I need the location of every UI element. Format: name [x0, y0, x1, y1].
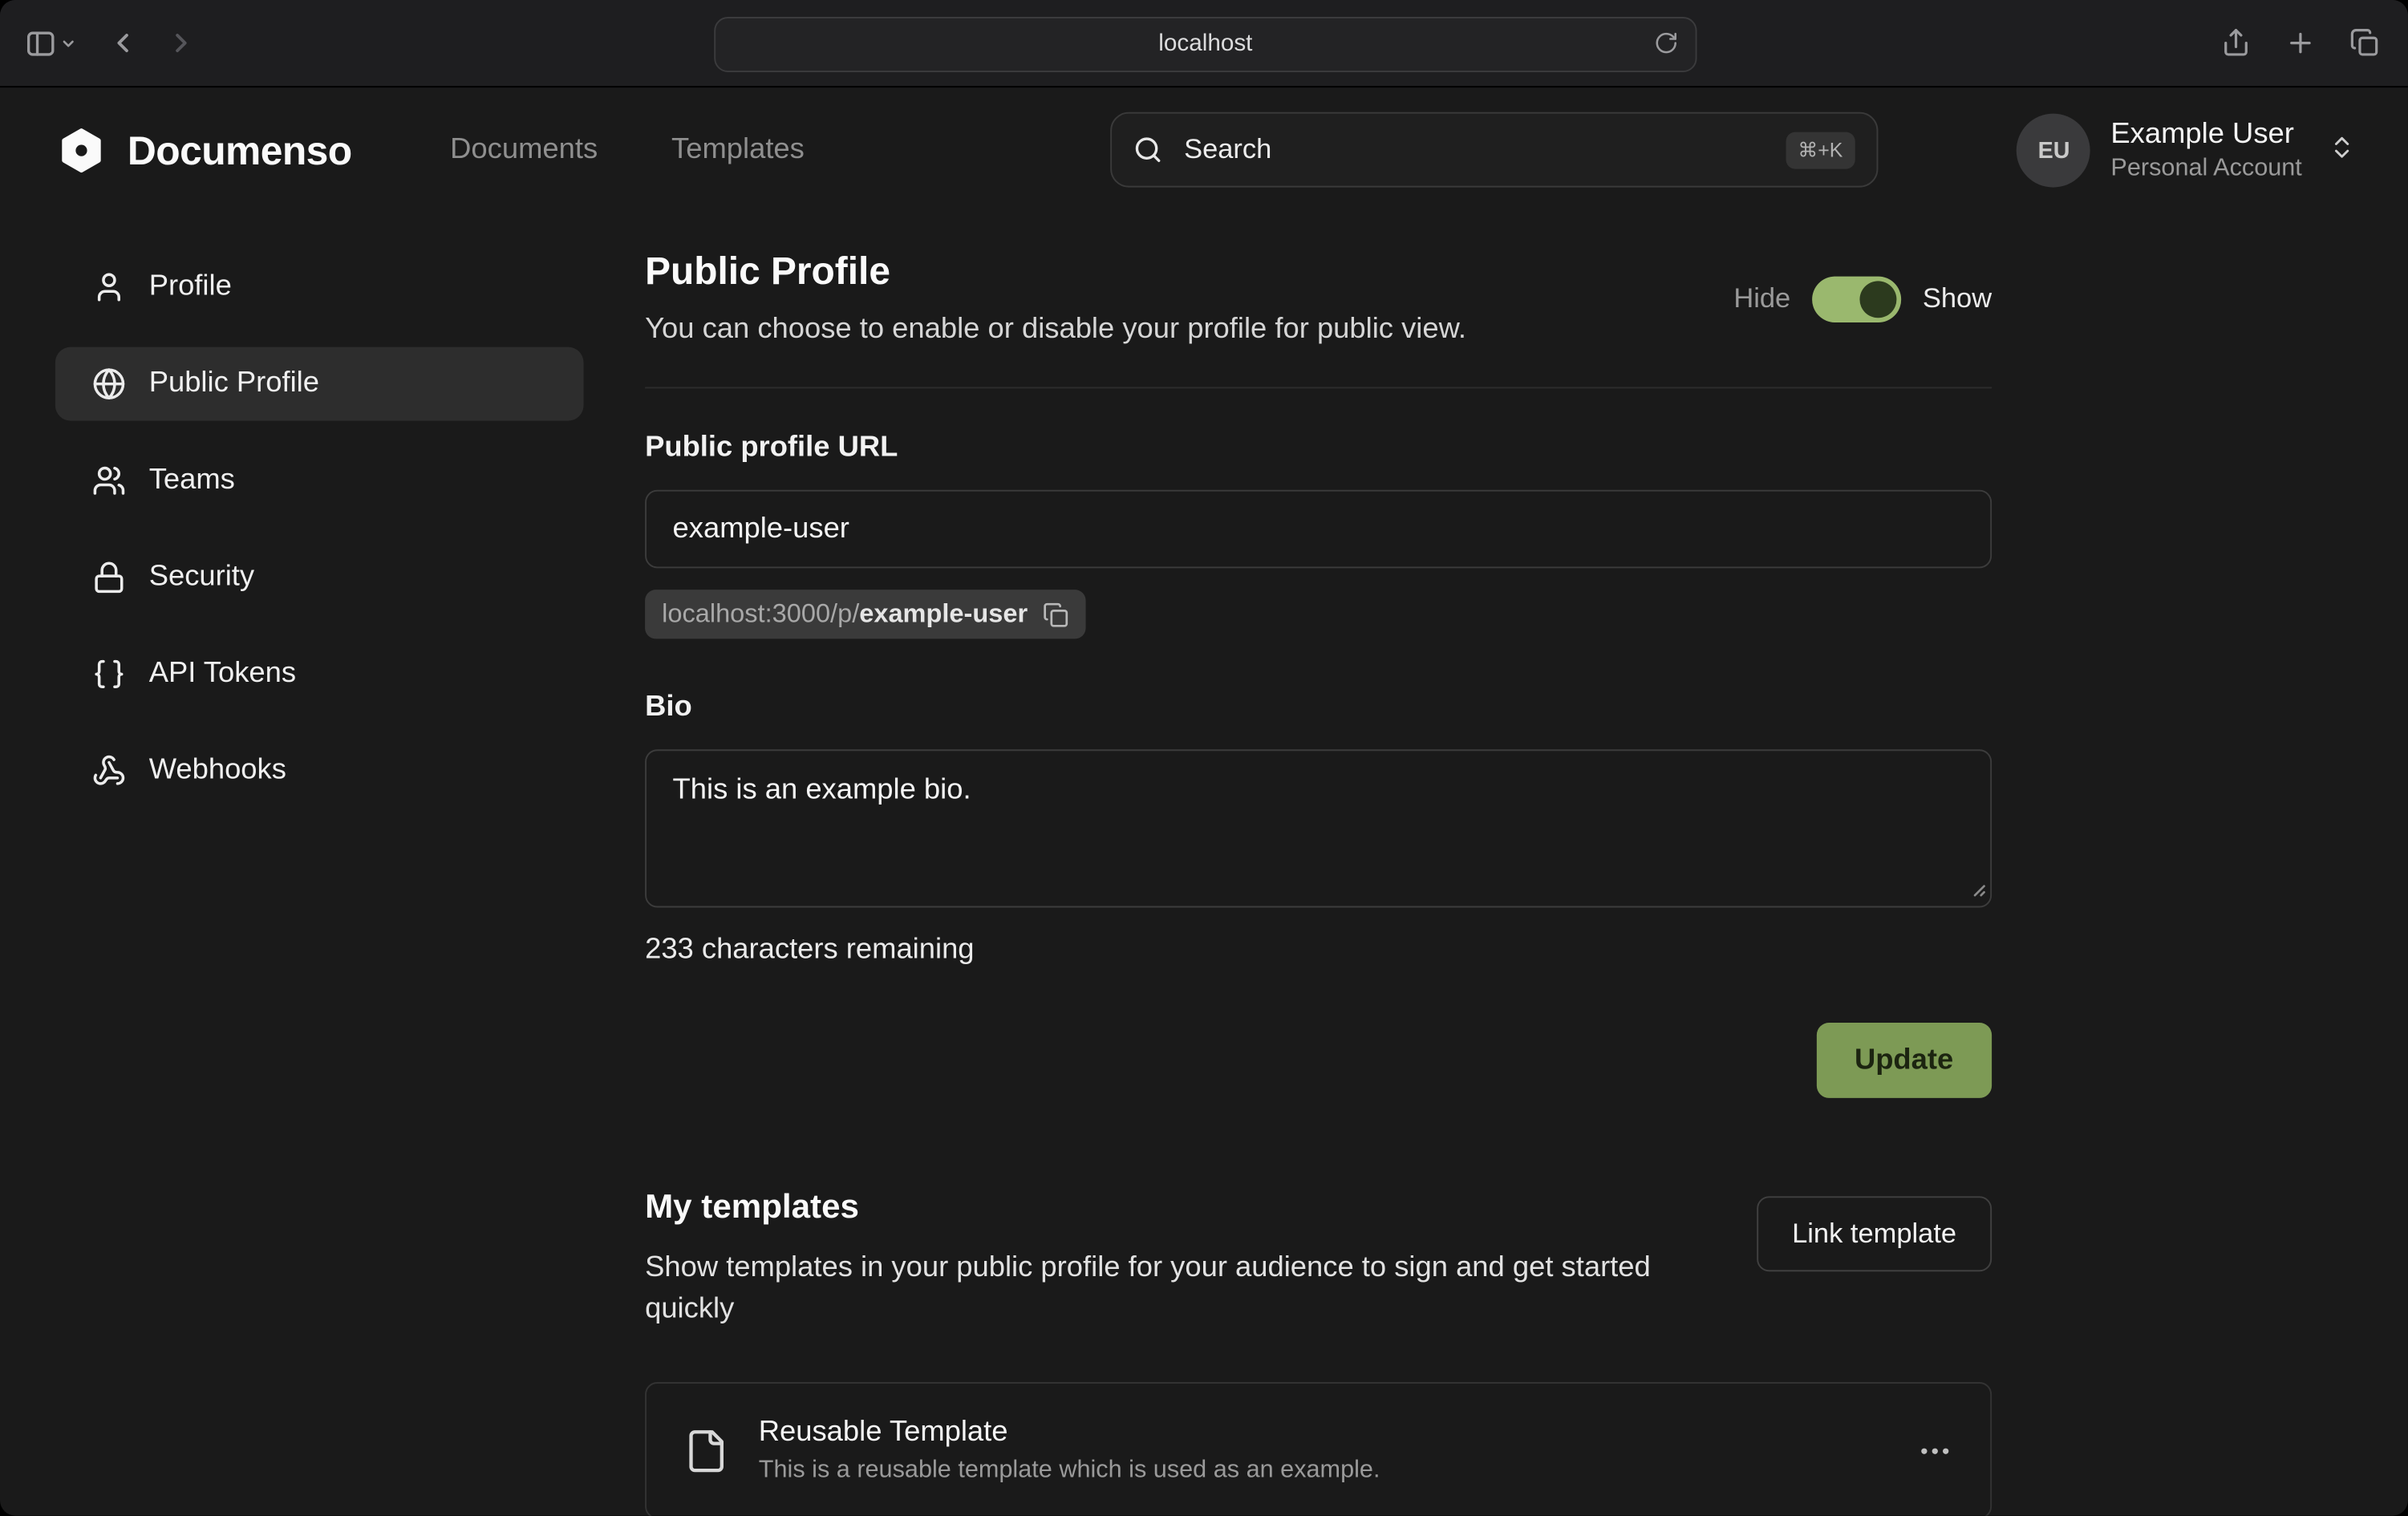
divider [645, 387, 1992, 388]
search-input[interactable] [1181, 132, 1767, 168]
sidebar-item-label: Security [149, 561, 254, 594]
sidebar-item-label: Public Profile [149, 367, 319, 401]
profile-url-preview-text: localhost:3000/p/example-user [662, 599, 1028, 630]
page-title: Public Profile [645, 250, 1466, 295]
search-icon [1133, 135, 1162, 164]
profile-url-input[interactable] [645, 490, 1992, 569]
bio-textarea[interactable]: This is an example bio. [645, 749, 1992, 907]
reload-icon [1654, 30, 1679, 55]
browser-toolbar: localhost [0, 0, 2408, 87]
template-card: Reusable Template This is a reusable tem… [645, 1382, 1992, 1515]
templates-head-text: My templates Show templates in your publ… [645, 1187, 1705, 1330]
tabs-overview-icon [2349, 27, 2380, 58]
template-card-text: Reusable Template This is a reusable tem… [759, 1417, 1380, 1486]
sidebar-item-profile[interactable]: Profile [55, 250, 584, 324]
templates-title: My templates [645, 1187, 1705, 1227]
copy-icon [1043, 602, 1069, 628]
sidebar-item-security[interactable]: Security [55, 541, 584, 614]
app-header: Documenso Documents Templates ⌘+K EU Exa… [0, 87, 2408, 213]
search-box[interactable]: ⌘+K [1110, 112, 1878, 188]
tabs-overview-button[interactable] [2349, 27, 2380, 58]
chevron-right-icon [166, 27, 197, 58]
share-icon [2220, 27, 2251, 58]
sidebar-menu-button[interactable] [60, 34, 77, 51]
screenshot-stage: localhost Documenso [0, 0, 2408, 1516]
braces-icon [92, 657, 126, 691]
sidebar-item-public-profile[interactable]: Public Profile [55, 347, 584, 421]
search-shortcut-badge: ⌘+K [1786, 132, 1855, 168]
link-template-button[interactable]: Link template [1757, 1196, 1992, 1271]
content: Profile Public Profile Teams Security AP… [0, 213, 2408, 1515]
sidebar-toggle-icon [25, 27, 57, 59]
file-icon [683, 1428, 729, 1473]
forward-button[interactable] [166, 27, 197, 58]
sidebar-item-label: Teams [149, 464, 235, 497]
back-button[interactable] [107, 27, 138, 58]
bio-wrap: This is an example bio. [645, 749, 1992, 915]
user-name: Example User [2110, 118, 2301, 152]
update-button[interactable]: Update [1816, 1023, 1992, 1098]
profile-url-label: Public profile URL [645, 432, 1992, 465]
nav-documents[interactable]: Documents [450, 134, 598, 168]
visibility-toggle-row: Hide Show [1733, 276, 1992, 322]
toggle-hide-label: Hide [1733, 282, 1790, 314]
template-actions-button[interactable] [1916, 1433, 1953, 1469]
plus-icon [2285, 27, 2316, 58]
globe-icon [92, 367, 126, 401]
toolbar-right-group [2220, 0, 2380, 86]
address-url: localhost [1158, 30, 1252, 58]
sidebar-item-webhooks[interactable]: Webhooks [55, 734, 584, 808]
update-row: Update [645, 1023, 1992, 1098]
page-head-text: Public Profile You can choose to enable … [645, 250, 1466, 347]
templates-description: Show templates in your public profile fo… [645, 1248, 1705, 1330]
ellipsis-icon [1916, 1433, 1953, 1469]
documenso-logo-icon [55, 124, 107, 176]
new-tab-button[interactable] [2285, 27, 2316, 58]
resize-handle-icon[interactable] [1967, 877, 1985, 904]
brand-name: Documenso [128, 127, 352, 174]
user-menu-toggle[interactable] [2328, 133, 2355, 168]
settings-main: Public Profile You can choose to enable … [645, 250, 1992, 1516]
toolbar-left-group [25, 0, 197, 86]
bio-label: Bio [645, 691, 1992, 725]
copy-url-button[interactable] [1043, 602, 1069, 628]
template-description: This is a reusable template which is use… [759, 1457, 1380, 1485]
sidebar-item-teams[interactable]: Teams [55, 444, 584, 517]
user-account-type: Personal Account [2110, 155, 2301, 182]
template-name: Reusable Template [759, 1417, 1380, 1450]
toggle-show-label: Show [1923, 282, 1992, 314]
sidebar-item-api-tokens[interactable]: API Tokens [55, 638, 584, 711]
switch-knob [1859, 280, 1896, 317]
settings-sidebar: Profile Public Profile Teams Security AP… [55, 250, 584, 1516]
sidebar-item-label: Webhooks [149, 754, 286, 788]
avatar: EU [2017, 114, 2091, 188]
share-button[interactable] [2220, 27, 2251, 58]
sidebar-toggle-button[interactable] [25, 27, 57, 59]
browser-window: localhost Documenso [0, 0, 2408, 1516]
characters-remaining: 233 characters remaining [645, 934, 1992, 967]
lock-icon [92, 561, 126, 594]
nav-templates[interactable]: Templates [671, 134, 805, 168]
profile-url-slug: example-user [859, 599, 1028, 628]
profile-url-preview: localhost:3000/p/example-user [645, 590, 1086, 638]
brand[interactable]: Documenso [55, 124, 352, 176]
sidebar-item-label: Profile [149, 270, 232, 304]
chevrons-up-down-icon [2328, 133, 2355, 160]
page-subtitle: You can choose to enable or disable your… [645, 314, 1466, 347]
chevron-left-icon [107, 27, 138, 58]
users-icon [92, 464, 126, 497]
address-bar[interactable]: localhost [714, 17, 1697, 72]
reload-button[interactable] [1654, 30, 1679, 59]
profile-url-prefix: localhost:3000/p/ [662, 599, 859, 628]
webhook-icon [92, 754, 126, 788]
page-head: Public Profile You can choose to enable … [645, 250, 1992, 347]
chevron-down-icon [60, 34, 77, 51]
profile-visibility-switch[interactable] [1812, 276, 1901, 322]
user-icon [92, 270, 126, 304]
user-menu[interactable]: EU Example User Personal Account [2017, 114, 2356, 188]
top-nav: Documents Templates [450, 134, 805, 168]
sidebar-item-label: API Tokens [149, 657, 296, 691]
user-meta: Example User Personal Account [2110, 118, 2301, 182]
templates-head: My templates Show templates in your publ… [645, 1187, 1992, 1330]
